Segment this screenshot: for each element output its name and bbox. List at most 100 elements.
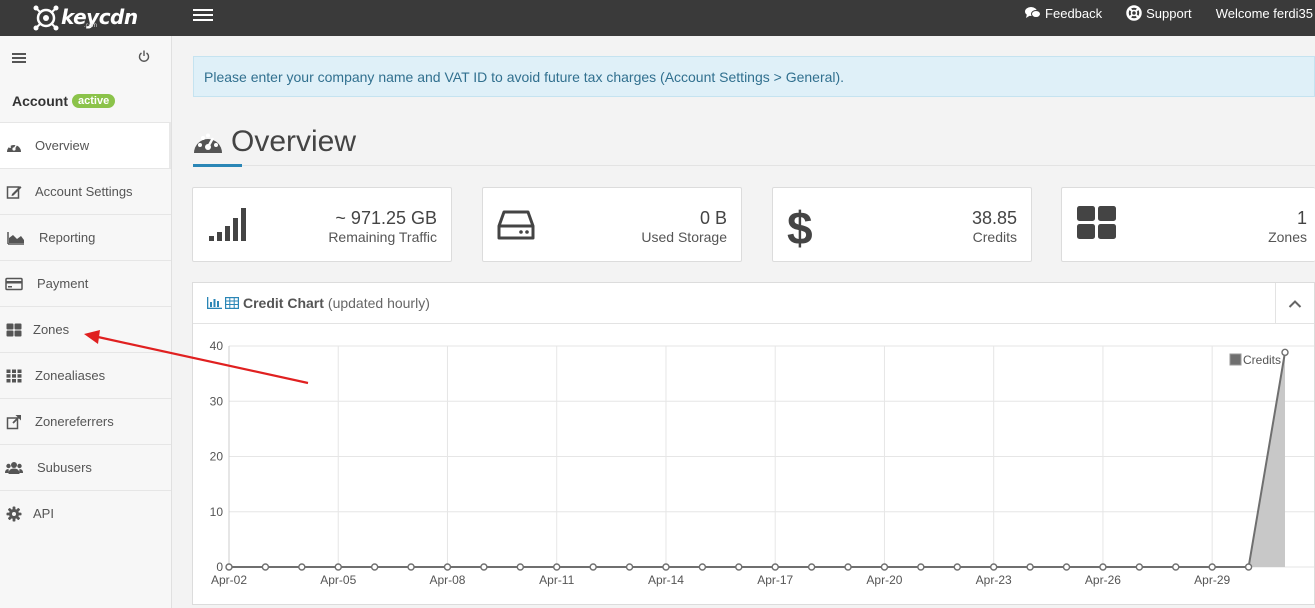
data-point bbox=[1135, 563, 1144, 571]
sidebar-item-account-settings[interactable]: Account Settings bbox=[0, 168, 171, 214]
sidebar-item-label: Overview bbox=[35, 138, 90, 153]
logo-icon bbox=[33, 5, 59, 31]
legend-label: Credits bbox=[1243, 353, 1281, 367]
chart-panel-header: Credit Chart (updated hourly) bbox=[193, 283, 1314, 324]
sidebar-item-overview[interactable]: Overview bbox=[0, 122, 171, 168]
edit-icon bbox=[6, 185, 22, 199]
sidebar-collapse-icon[interactable] bbox=[12, 53, 26, 65]
x-tick-label: Apr-29 bbox=[1194, 573, 1230, 587]
credit-card-icon bbox=[5, 277, 23, 290]
stat-value: 0 B bbox=[699, 208, 727, 228]
y-tick-label: 40 bbox=[210, 339, 224, 353]
bar-chart-icon bbox=[207, 297, 222, 309]
stat-card-traffic: ~ 971.25 GB Remaining Traffic bbox=[192, 187, 452, 262]
data-point bbox=[953, 563, 961, 571]
legend-swatch bbox=[1229, 353, 1242, 366]
grid-small-icon bbox=[6, 369, 22, 382]
sidebar-item-api[interactable]: API bbox=[0, 490, 171, 536]
title-divider bbox=[242, 165, 1315, 166]
y-tick-label: 10 bbox=[210, 505, 224, 519]
data-point bbox=[1281, 348, 1289, 357]
data-point bbox=[553, 563, 561, 571]
sidebar-item-label: Subusers bbox=[37, 460, 92, 475]
sidebar-item-reporting[interactable]: Reporting bbox=[0, 214, 171, 260]
welcome-user-menu[interactable]: Welcome ferdi35 bbox=[1216, 6, 1313, 21]
account-label: Account bbox=[12, 93, 68, 109]
sidebar-item-label: Zonealiases bbox=[35, 368, 106, 383]
x-tick-label: Apr-05 bbox=[320, 573, 356, 587]
stat-label: Remaining Traffic bbox=[328, 229, 437, 245]
credit-chart: 0 10 20 30 40 Apr-02 Apr-05 Apr-08 Apr-11 Apr-14 A… bbox=[210, 339, 1314, 587]
power-icon[interactable] bbox=[138, 50, 150, 62]
sidebar-item-label: Zones bbox=[33, 322, 70, 337]
data-point bbox=[662, 563, 670, 571]
data-point bbox=[1062, 563, 1071, 571]
data-point bbox=[735, 563, 743, 571]
y-tick-label: 0 bbox=[216, 560, 223, 574]
sidebar-item-label: API bbox=[33, 506, 54, 521]
comments-icon bbox=[1025, 7, 1042, 18]
data-point bbox=[1026, 563, 1034, 571]
collapse-chevron-up-icon[interactable] bbox=[1275, 283, 1314, 324]
data-point bbox=[225, 563, 233, 571]
sidebar-item-label: Reporting bbox=[39, 230, 96, 245]
x-tick-label: Apr-17 bbox=[757, 573, 793, 587]
logo-subtext: .com bbox=[84, 23, 98, 29]
data-point bbox=[298, 563, 306, 571]
dollar-icon: $ bbox=[787, 204, 813, 248]
keycdn-logo[interactable]: keycdn bbox=[32, 2, 138, 34]
data-point bbox=[625, 563, 634, 571]
credit-chart-panel: Credit Chart (updated hourly) 0 10 20 30 40 A… bbox=[192, 282, 1315, 605]
sidebar-item-subusers[interactable]: Subusers bbox=[0, 444, 171, 490]
sidebar-item-label: Zonereferrers bbox=[35, 414, 114, 429]
gear-icon bbox=[6, 506, 22, 521]
svg-text:$: $ bbox=[787, 204, 813, 248]
page-title: Overview bbox=[193, 122, 356, 162]
main-menu-toggle-icon[interactable] bbox=[193, 6, 213, 26]
page-title-text: Overview bbox=[231, 125, 357, 158]
stat-label: Used Storage bbox=[641, 229, 727, 245]
users-icon bbox=[5, 461, 23, 474]
chart-subtitle: (updated hourly) bbox=[327, 295, 430, 311]
x-tick-label: Apr-23 bbox=[976, 573, 1012, 587]
series-line bbox=[229, 352, 1286, 568]
vat-info-alert: Please enter your company name and VAT I… bbox=[193, 56, 1315, 97]
data-point bbox=[370, 563, 379, 571]
x-tick-label: Apr-14 bbox=[648, 573, 684, 587]
stat-label: Zones bbox=[1268, 229, 1307, 245]
data-point bbox=[698, 563, 707, 571]
support-label: Support bbox=[1146, 5, 1192, 21]
dashboard-icon bbox=[194, 133, 222, 153]
x-tick-label: Apr-11 bbox=[539, 573, 574, 587]
stat-label: Credits bbox=[972, 229, 1017, 245]
signal-icon bbox=[209, 208, 246, 241]
sidebar-item-zonereferrers[interactable]: Zonereferrers bbox=[0, 398, 171, 444]
support-link[interactable]: Support bbox=[1126, 5, 1192, 21]
status-badge: active bbox=[72, 94, 116, 108]
data-point bbox=[880, 563, 889, 571]
x-tick-label: Apr-08 bbox=[429, 573, 465, 587]
data-point bbox=[1208, 563, 1216, 571]
data-point bbox=[1099, 563, 1107, 571]
data-point bbox=[1244, 563, 1253, 571]
x-tick-label: Apr-20 bbox=[866, 573, 902, 587]
x-tick-label: Apr-02 bbox=[211, 573, 247, 587]
data-point bbox=[334, 563, 342, 571]
sidebar-item-zones[interactable]: Zones bbox=[0, 306, 171, 352]
account-header: Account active bbox=[0, 80, 171, 122]
data-point bbox=[917, 563, 925, 571]
data-point bbox=[261, 563, 270, 571]
data-point bbox=[844, 563, 852, 571]
data-point bbox=[1172, 563, 1180, 571]
feedback-label: Feedback bbox=[1045, 5, 1103, 21]
series-area bbox=[229, 352, 1285, 567]
sidebar-item-zonealiases[interactable]: Zonealiases bbox=[0, 352, 171, 398]
grid-icon bbox=[6, 323, 22, 336]
external-link-icon bbox=[6, 414, 22, 429]
sidebar-item-payment[interactable]: Payment bbox=[0, 260, 171, 306]
data-point bbox=[989, 563, 998, 571]
sidebar-item-label: Payment bbox=[37, 276, 89, 291]
dashboard-icon bbox=[7, 142, 21, 152]
table-icon bbox=[225, 297, 239, 309]
feedback-link[interactable]: Feedback bbox=[1025, 6, 1102, 21]
